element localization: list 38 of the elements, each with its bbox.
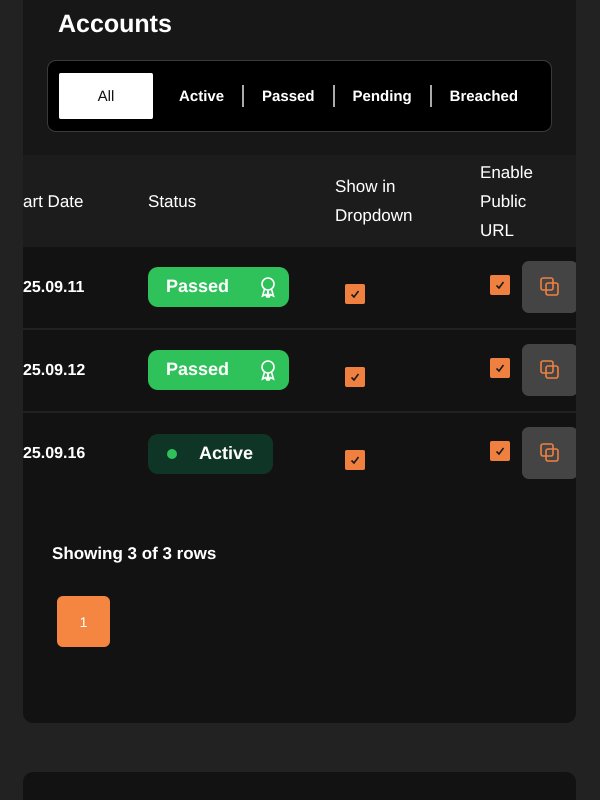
- copy-icon: [539, 276, 561, 298]
- status-dot-icon: [167, 448, 177, 458]
- check-icon: [349, 454, 361, 466]
- copy-button[interactable]: [522, 260, 576, 312]
- checkbox[interactable]: [345, 366, 365, 386]
- check-icon: [349, 288, 361, 300]
- row-count-text: Showing 3 of 3 rows: [52, 544, 218, 564]
- checkbox[interactable]: [490, 358, 510, 378]
- filter-tab[interactable]: Breached: [438, 73, 530, 119]
- checkbox[interactable]: [345, 450, 365, 470]
- filter-tab[interactable]: Passed: [250, 73, 327, 119]
- page-title: Accounts: [58, 10, 173, 38]
- copy-icon: [539, 442, 561, 464]
- column-header: Status: [148, 190, 198, 212]
- status-badge: Active: [148, 434, 273, 474]
- table-cell: 25.09.16: [23, 444, 86, 462]
- table-cell: 25.09.12: [23, 362, 86, 380]
- copy-button[interactable]: [522, 344, 576, 396]
- column-header: Show in Dropdown: [335, 176, 414, 227]
- column-header: art Date: [23, 190, 84, 212]
- status-badge: Passed: [148, 266, 289, 306]
- checkbox[interactable]: [345, 284, 365, 304]
- copy-icon: [539, 358, 561, 380]
- copy-button[interactable]: [522, 426, 576, 478]
- checkbox[interactable]: [490, 274, 510, 294]
- filter-tab[interactable]: Pending: [340, 73, 424, 119]
- column-header: Enable Public URL: [480, 162, 534, 242]
- check-icon: [494, 444, 506, 456]
- ribbon-award-icon: [259, 358, 277, 380]
- check-icon: [494, 278, 506, 290]
- filter-tab[interactable]: Active: [167, 73, 236, 119]
- table-cell: 25.09.11: [23, 278, 84, 296]
- checkbox[interactable]: [490, 440, 510, 460]
- check-icon: [494, 362, 506, 374]
- ribbon-award-icon: [259, 276, 277, 298]
- status-badge: Passed: [148, 350, 289, 390]
- check-icon: [349, 370, 361, 382]
- filter-tab[interactable]: All: [59, 73, 154, 119]
